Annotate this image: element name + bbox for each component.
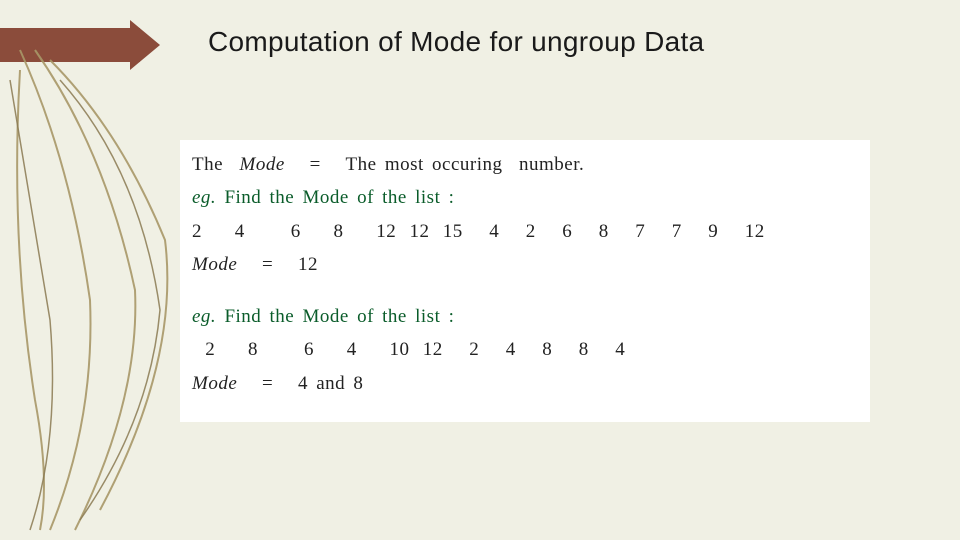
content-panel: The Mode = The most occuring number. eg.… — [180, 140, 870, 422]
def-equals: = — [310, 154, 321, 175]
definition-line: The Mode = The most occuring number. — [192, 150, 858, 179]
example1-result-value: 12 — [298, 254, 318, 275]
example1-prompt: eg. Find the Mode of the list : — [192, 183, 858, 212]
example2-result: Mode = 4 and 8 — [192, 369, 858, 398]
def-prefix: The — [192, 154, 223, 175]
example2-result-equals: = — [262, 373, 273, 394]
example2-eg: eg. — [192, 306, 216, 327]
example1-eg: eg. — [192, 187, 216, 208]
def-term: Mode — [240, 154, 285, 175]
example1-numbers: 2 4 6 8 12 12 15 4 2 6 8 7 7 9 12 — [192, 217, 858, 246]
example1-result: Mode = 12 — [192, 250, 858, 279]
example1-result-equals: = — [262, 254, 273, 275]
example2-numbers: 2 8 6 4 10 12 2 4 8 8 4 — [192, 335, 858, 364]
title-accent-bar — [0, 28, 140, 62]
example1-prompt-text: Find the Mode of the list : — [216, 187, 454, 208]
example1-result-label: Mode — [192, 254, 237, 275]
example2-result-label: Mode — [192, 373, 237, 394]
example2-result-value: 4 and 8 — [298, 373, 363, 394]
example2-prompt-text: Find the Mode of the list : — [216, 306, 454, 327]
page-title: Computation of Mode for ungroup Data — [208, 26, 704, 58]
title-accent-arrow-icon — [130, 20, 160, 70]
example2-prompt: eg. Find the Mode of the list : — [192, 302, 858, 331]
def-suffix: The most occuring number. — [346, 154, 585, 175]
